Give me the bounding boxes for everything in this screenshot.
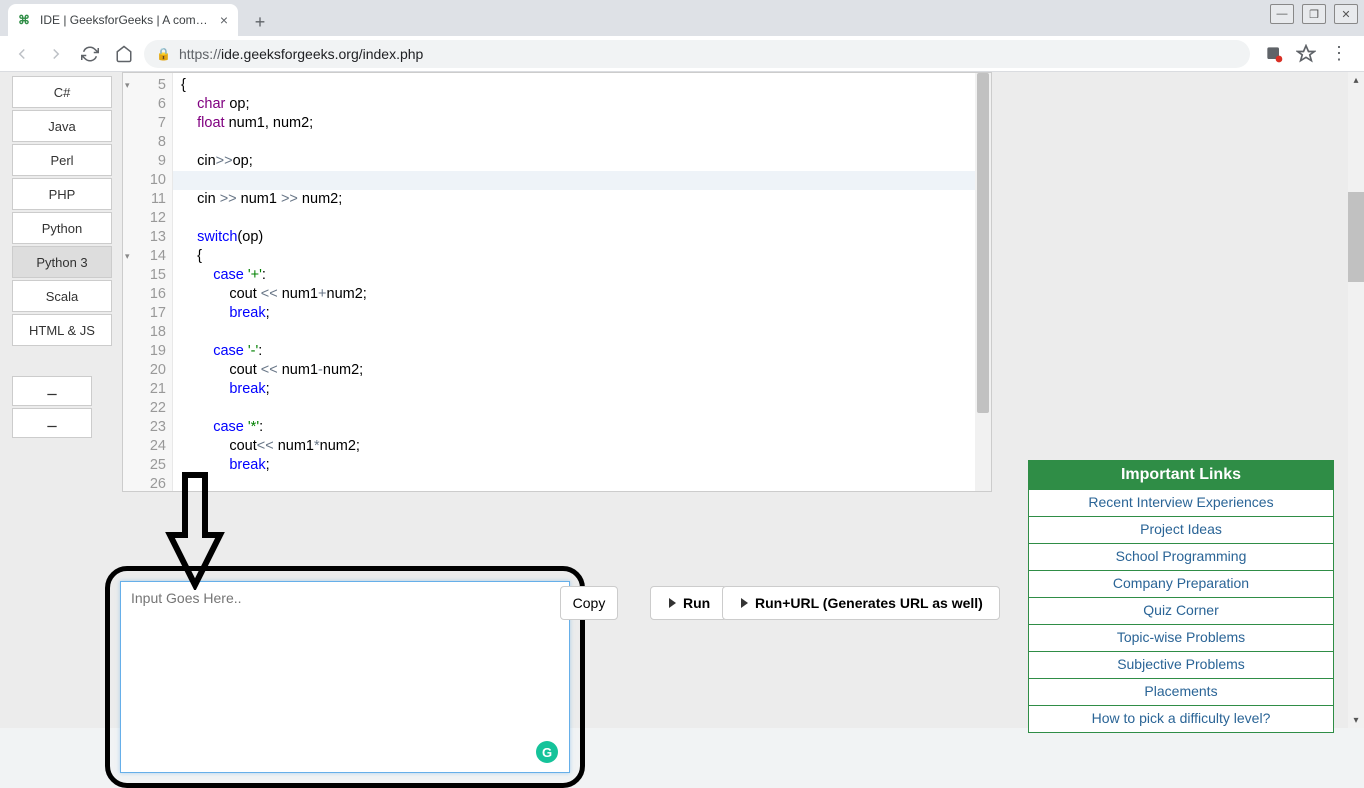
lang-java[interactable]: Java — [12, 110, 112, 142]
gfg-favicon: ⌘ — [18, 12, 34, 28]
lang-php[interactable]: PHP — [12, 178, 112, 210]
link-row: School Programming — [1029, 543, 1333, 570]
lang-scala[interactable]: Scala — [12, 280, 112, 312]
code-editor[interactable]: ▾5678910111213▾1415161718192021222324252… — [122, 72, 992, 492]
link-row: Subjective Problems — [1029, 651, 1333, 678]
link-topic-wise-problems[interactable]: Topic-wise Problems — [1117, 629, 1245, 645]
browser-menu-icon[interactable]: ⋮ — [1330, 43, 1348, 64]
lang-python-3[interactable]: Python 3 — [12, 246, 112, 278]
stdin-input[interactable] — [120, 581, 570, 773]
link-row: Quiz Corner — [1029, 597, 1333, 624]
tab-close-icon[interactable]: × — [220, 12, 228, 28]
run-url-button[interactable]: Run+URL (Generates URL as well) — [722, 586, 1000, 620]
link-recent-interview-experiences[interactable]: Recent Interview Experiences — [1088, 494, 1273, 510]
maximize-button[interactable]: ❐ — [1302, 4, 1326, 24]
link-how-to-pick-a-difficulty-level-[interactable]: How to pick a difficulty level? — [1092, 710, 1271, 726]
url-text: https://ide.geeksforgeeks.org/index.php — [179, 46, 423, 62]
link-row: Project Ideas — [1029, 516, 1333, 543]
link-quiz-corner[interactable]: Quiz Corner — [1143, 602, 1218, 618]
home-button[interactable] — [110, 40, 138, 68]
upload-button[interactable] — [12, 408, 92, 438]
link-school-programming[interactable]: School Programming — [1116, 548, 1247, 564]
line-gutter: ▾5678910111213▾1415161718192021222324252… — [123, 73, 173, 491]
scroll-up-icon[interactable]: ▴ — [1348, 72, 1364, 88]
link-row: Placements — [1029, 678, 1333, 705]
new-tab-button[interactable]: + — [246, 8, 274, 36]
bookmark-icon[interactable] — [1296, 44, 1316, 64]
lang-perl[interactable]: Perl — [12, 144, 112, 176]
lang-c-[interactable]: C# — [12, 76, 112, 108]
editor-scrollbar[interactable] — [975, 73, 991, 491]
copy-button[interactable]: Copy — [560, 586, 618, 620]
page-scrollbar[interactable]: ▴ ▾ — [1348, 72, 1364, 728]
page-content: C#JavaPerlPHPPythonPython 3ScalaHTML & J… — [0, 72, 1364, 728]
lock-icon: 🔒 — [156, 47, 171, 61]
url-bar[interactable]: 🔒 https://ide.geeksforgeeks.org/index.ph… — [144, 40, 1250, 68]
tab-title: IDE | GeeksforGeeks | A compute — [40, 13, 214, 27]
link-subjective-problems[interactable]: Subjective Problems — [1117, 656, 1245, 672]
link-company-preparation[interactable]: Company Preparation — [1113, 575, 1249, 591]
window-controls: — ❐ ✕ — [1270, 4, 1358, 24]
run-button[interactable]: Run — [650, 586, 727, 620]
titlebar: ⌘ IDE | GeeksforGeeks | A compute × + — … — [0, 0, 1364, 36]
lang-python[interactable]: Python — [12, 212, 112, 244]
link-row: Recent Interview Experiences — [1029, 489, 1333, 516]
browser-tab[interactable]: ⌘ IDE | GeeksforGeeks | A compute × — [8, 4, 238, 36]
input-panel: G — [105, 566, 585, 788]
download-button[interactable] — [12, 376, 92, 406]
extension-icon[interactable] — [1264, 44, 1284, 64]
back-button[interactable] — [8, 40, 36, 68]
grammarly-icon[interactable]: G — [536, 741, 558, 763]
lang-html-js[interactable]: HTML & JS — [12, 314, 112, 346]
link-project-ideas[interactable]: Project Ideas — [1140, 521, 1222, 537]
scroll-down-icon[interactable]: ▾ — [1348, 712, 1364, 728]
scroll-thumb[interactable] — [1348, 192, 1364, 282]
close-window-button[interactable]: ✕ — [1334, 4, 1358, 24]
important-links-panel: Important Links Recent Interview Experie… — [1028, 460, 1334, 733]
link-placements[interactable]: Placements — [1144, 683, 1217, 699]
link-row: Topic-wise Problems — [1029, 624, 1333, 651]
browser-toolbar: 🔒 https://ide.geeksforgeeks.org/index.ph… — [0, 36, 1364, 72]
run-url-label: Run+URL (Generates URL as well) — [755, 595, 983, 611]
code-area[interactable]: { char op; float num1, num2; cin>>op; ci… — [173, 73, 991, 491]
minimize-button[interactable]: — — [1270, 4, 1294, 24]
forward-button[interactable] — [42, 40, 70, 68]
language-sidebar: C#JavaPerlPHPPythonPython 3ScalaHTML & J… — [12, 76, 112, 440]
link-row: Company Preparation — [1029, 570, 1333, 597]
run-label: Run — [683, 595, 710, 611]
reload-button[interactable] — [76, 40, 104, 68]
links-header: Important Links — [1029, 461, 1333, 489]
